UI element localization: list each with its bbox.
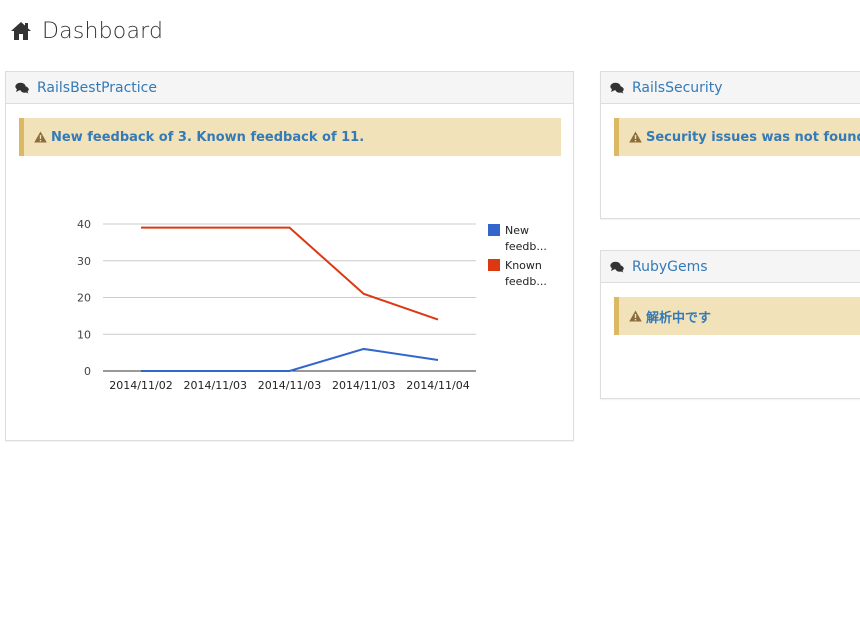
x-tick-label: 2014/11/03: [258, 379, 321, 392]
panel-rails-security: RailsSecurity Security issues was not fo…: [600, 71, 860, 219]
series-line: [141, 347, 439, 372]
alert-text: Security issues was not found.: [646, 129, 860, 145]
comments-icon: [610, 261, 624, 272]
warning-icon: [629, 310, 642, 322]
y-tick-label: 10: [77, 328, 91, 341]
y-tick-label: 40: [77, 218, 91, 231]
legend-swatch: [488, 259, 500, 271]
panel-rubygems: RubyGems 解析中です: [600, 250, 860, 399]
series-line: [141, 226, 439, 321]
x-tick-label: 2014/11/03: [332, 379, 395, 392]
x-tick-label: 2014/11/04: [406, 379, 469, 392]
page-title: Dashboard: [42, 18, 164, 44]
home-icon: [11, 22, 31, 40]
panel-title-link[interactable]: RailsSecurity: [632, 80, 723, 96]
page-header: Dashboard: [10, 14, 163, 48]
y-tick-label: 30: [77, 255, 91, 268]
rubygems-alert: 解析中です: [614, 297, 860, 335]
x-tick-label: 2014/11/02: [109, 379, 172, 392]
y-tick-label: 20: [77, 292, 91, 305]
panel-rails-best-practice: RailsBestPractice New feedback of 3. Kno…: [5, 71, 574, 441]
legend-label: Known feedb...: [505, 259, 547, 288]
warning-icon: [629, 131, 642, 143]
alert-text: 解析中です: [646, 310, 712, 326]
legend-label: New feedb...: [505, 224, 547, 253]
panel-heading: RailsSecurity: [601, 72, 860, 104]
comments-icon: [610, 82, 624, 93]
x-tick-label: 2014/11/03: [184, 379, 247, 392]
legend-swatch: [488, 224, 500, 236]
security-alert: Security issues was not found.: [614, 118, 860, 156]
panel-heading: RubyGems: [601, 251, 860, 283]
feedback-line-chart: 0 10 20 30 40 2014/11/02 2014/11/03 2014/11/03 2…: [77, 218, 547, 392]
panel-title-link[interactable]: RubyGems: [632, 259, 708, 275]
y-tick-label: 0: [84, 365, 91, 378]
